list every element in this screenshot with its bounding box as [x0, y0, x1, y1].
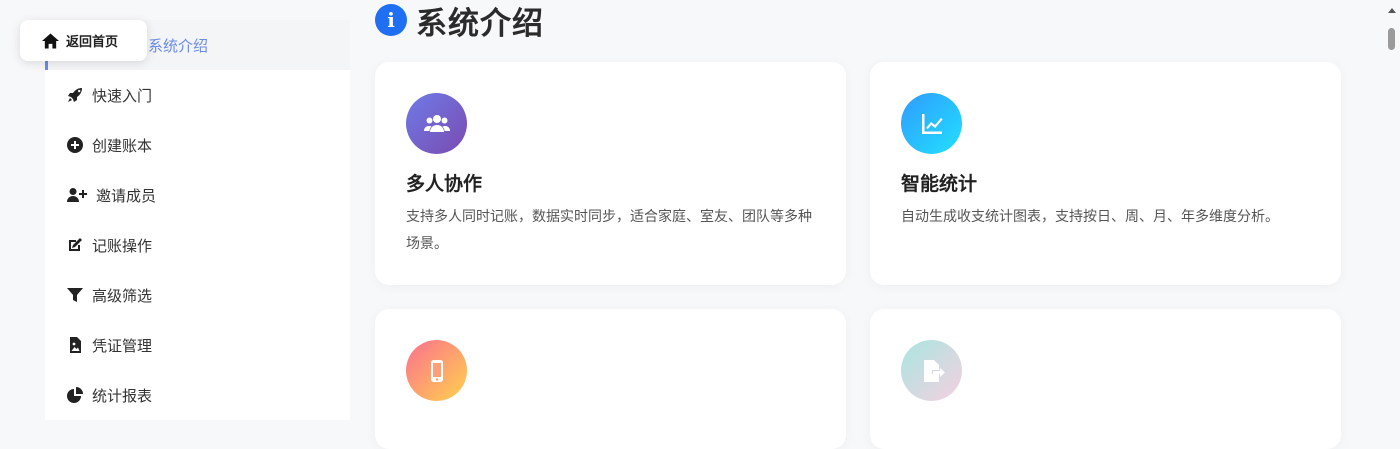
back-home-button[interactable]: 返回首页	[20, 20, 147, 61]
sidebar-item-label: 高级筛选	[92, 286, 153, 305]
sidebar-item-label: 凭证管理	[92, 336, 153, 355]
sidebar-item-quickstart[interactable]: 快速入门	[45, 70, 350, 120]
rocket-icon	[66, 87, 84, 103]
feature-card-collaboration: 多人协作 支持多人同时记账，数据实时同步，适合家庭、室友、团队等多种场景。	[375, 62, 846, 285]
page-header: i 系统介绍	[375, 0, 544, 42]
sidebar-item-label: 快速入门	[92, 86, 153, 105]
scrollbar-thumb[interactable]	[1388, 28, 1395, 50]
card-title: 多人协作	[406, 173, 483, 195]
feature-card-export	[870, 309, 1341, 449]
sidebar-item-label: 统计报表	[92, 386, 153, 405]
filter-icon	[66, 287, 84, 303]
info-icon: i	[375, 4, 407, 36]
feature-card-mobile	[375, 309, 846, 449]
user-plus-icon	[66, 187, 88, 203]
sidebar-item-label: 邀请成员	[96, 186, 157, 205]
card-title: 智能统计	[901, 173, 978, 195]
edit-icon	[66, 237, 84, 253]
card-description: 自动生成收支统计图表，支持按日、周、月、年多维度分析。	[901, 209, 1279, 225]
mobile-icon	[406, 340, 467, 401]
feature-card-statistics: 智能统计 自动生成收支统计图表，支持按日、周、月、年多维度分析。	[870, 62, 1341, 285]
sidebar-item-bookkeeping[interactable]: 记账操作	[45, 220, 350, 270]
sidebar-item-filter[interactable]: 高级筛选	[45, 270, 350, 320]
scroll-up-arrow[interactable]	[1388, 8, 1396, 13]
sidebar-item-create-ledger[interactable]: 创建账本	[45, 120, 350, 170]
users-icon	[406, 93, 467, 154]
sidebar-item-invite[interactable]: 邀请成员	[45, 170, 350, 220]
sidebar-item-reports[interactable]: 统计报表	[45, 370, 350, 420]
sidebar: 系统介绍 快速入门 创建账本 邀请成员 记账操作 高级筛选 凭证管理 统计报表	[45, 20, 350, 420]
card-description: 支持多人同时记账，数据实时同步，适合家庭、室友、团队等多种场景。	[406, 209, 812, 252]
page-title: 系统介绍	[416, 5, 544, 42]
file-export-icon	[901, 340, 962, 401]
sidebar-item-label: 记账操作	[92, 236, 153, 255]
sidebar-item-label: 系统介绍	[148, 36, 209, 55]
pie-chart-icon	[66, 387, 84, 403]
sidebar-item-label: 创建账本	[92, 136, 153, 155]
back-home-label: 返回首页	[66, 35, 119, 50]
chart-line-icon	[901, 93, 962, 154]
sidebar-item-vouchers[interactable]: 凭证管理	[45, 320, 350, 370]
file-image-icon	[66, 337, 84, 353]
plus-circle-icon	[66, 137, 84, 153]
home-icon	[42, 32, 59, 49]
